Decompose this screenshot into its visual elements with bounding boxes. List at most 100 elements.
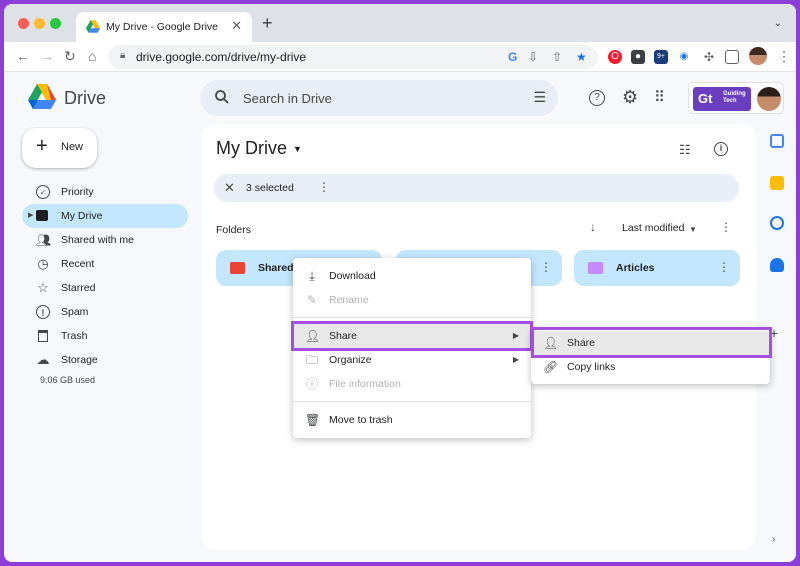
selection-bar: ✕ 3 selected ⋮ <box>214 174 739 202</box>
settings-gear-icon[interactable]: ⚙ <box>622 87 638 108</box>
page-title[interactable]: My Drive <box>216 138 287 159</box>
search-input[interactable]: Search in Drive <box>243 91 332 106</box>
sort-more-icon[interactable]: ⋮ <box>720 220 732 234</box>
folder-name: Shared <box>258 262 294 274</box>
menu-item-label: Organize <box>329 354 372 366</box>
calendar-icon[interactable] <box>770 134 784 148</box>
storage-used-text: 9.06 GB used <box>40 375 96 385</box>
menu-item-label: Rename <box>329 294 369 306</box>
drive-favicon-icon <box>86 20 100 33</box>
folder-name: Articles <box>616 262 655 274</box>
home-icon[interactable]: ⌂ <box>88 48 96 64</box>
menu-item-file-information[interactable]: ⓘ File information <box>293 372 531 396</box>
google-lens-icon[interactable]: G <box>508 50 517 64</box>
forward-icon[interactable]: → <box>40 48 54 64</box>
sidebar-item-recent[interactable]: ◷ Recent <box>22 252 188 276</box>
tab-close-icon[interactable]: ✕ <box>231 18 242 34</box>
drive-brand[interactable]: Drive <box>64 88 106 109</box>
new-tab-button[interactable]: + <box>262 13 273 34</box>
sidebar-item-label: Spam <box>61 306 89 318</box>
folders-heading: Folders <box>216 224 252 236</box>
sidebar-item-label: Starred <box>61 282 96 294</box>
menu-item-organize[interactable]: 🗀︎ Organize ▶ <box>293 348 531 372</box>
menu-item-download[interactable]: ⤓ Download <box>293 264 531 288</box>
contacts-icon[interactable] <box>770 258 784 272</box>
sidebar-item-my-drive[interactable]: ▶ My Drive <box>22 204 188 228</box>
shared-with-me-icon: 👥︎ <box>36 233 52 247</box>
folder-icon <box>230 262 245 274</box>
clear-selection-icon[interactable]: ✕ <box>224 180 235 196</box>
side-panel-icon[interactable] <box>725 50 739 64</box>
menu-item-label: Download <box>329 270 376 282</box>
browser-profile-avatar[interactable] <box>749 47 767 65</box>
menu-item-rename[interactable]: ✎ Rename <box>293 288 531 312</box>
folder-icon <box>588 262 603 274</box>
gt-logo-mark: Gt <box>698 91 713 106</box>
edit-icon: ✎ <box>306 293 318 307</box>
back-icon[interactable]: ← <box>16 48 30 64</box>
sidebar-item-shared-with-me[interactable]: 👥︎ Shared with me <box>22 228 188 252</box>
selection-count: 3 selected <box>246 182 294 194</box>
opera-extension-icon[interactable]: O <box>608 50 622 64</box>
sort-direction-icon[interactable]: ↓ <box>590 220 596 234</box>
sidebar-item-label: Priority <box>61 186 94 198</box>
clock-icon: ◷ <box>37 256 49 271</box>
tasks-icon[interactable] <box>770 216 784 230</box>
share-highlight-outline <box>291 321 533 351</box>
trash-icon: 🗑︎ <box>305 413 321 427</box>
folder-card-articles[interactable]: Articles ⋮ <box>574 250 740 286</box>
sort-caret-icon[interactable]: ▼ <box>689 225 697 234</box>
tab-strip: My Drive - Google Drive ✕ + ⌄ <box>4 4 796 42</box>
submenu-item-copy-links[interactable]: 🔗︎ Copy links <box>531 355 770 379</box>
title-dropdown-icon[interactable]: ▼ <box>293 144 302 154</box>
url-text: drive.google.com/drive/my-drive <box>136 50 307 64</box>
apps-grid-icon[interactable]: ⠿ <box>654 88 665 106</box>
spy-extension-icon[interactable]: ● <box>631 50 645 64</box>
search-options-icon[interactable]: ☰ <box>533 89 546 106</box>
link-icon: 🔗︎ <box>543 360 559 374</box>
sort-dropdown[interactable]: Last modified <box>622 222 684 234</box>
account-avatar[interactable] <box>757 87 781 111</box>
sidebar-item-storage[interactable]: ☁︎ Storage <box>22 348 188 372</box>
bookmark-star-icon[interactable]: ★ <box>576 50 587 64</box>
reload-icon[interactable]: ↻ <box>64 48 76 65</box>
extension-badge-icon[interactable]: 9+ <box>654 50 668 64</box>
search-box[interactable]: Search in Drive ☰ <box>200 80 558 116</box>
sidebar-item-label: Storage <box>61 354 98 366</box>
folder-more-icon[interactable]: ⋮ <box>718 260 730 274</box>
close-window-button[interactable] <box>18 18 29 29</box>
more-actions-icon[interactable]: ⋮ <box>318 180 330 194</box>
minimize-window-button[interactable] <box>34 18 45 29</box>
list-view-icon[interactable]: ☷ <box>679 142 691 158</box>
details-info-icon[interactable]: i <box>714 142 728 156</box>
search-icon[interactable] <box>214 89 230 105</box>
extensions-puzzle-icon[interactable]: ✣ <box>702 50 716 64</box>
sidebar-item-trash[interactable]: Trash <box>22 324 188 348</box>
address-bar[interactable]: 🔒︎ drive.google.com/drive/my-drive G ⇩ ⇧… <box>108 45 598 69</box>
new-button[interactable]: + New <box>22 128 97 168</box>
submenu-share-highlight-outline <box>531 327 772 358</box>
browser-tab[interactable]: My Drive - Google Drive ✕ <box>76 12 252 42</box>
install-app-icon[interactable]: ⇩ <box>528 50 538 64</box>
eye-extension-icon[interactable]: ◉ <box>677 50 691 64</box>
keep-icon[interactable] <box>770 176 784 190</box>
maximize-window-button[interactable] <box>50 18 61 29</box>
cloud-icon: ☁︎ <box>36 352 50 367</box>
menu-item-move-to-trash[interactable]: 🗑︎ Move to trash <box>293 408 531 432</box>
help-icon[interactable]: ? <box>589 90 605 106</box>
folder-more-icon[interactable]: ⋮ <box>540 260 552 274</box>
tab-search-icon[interactable]: ⌄ <box>774 18 782 29</box>
sidebar-item-label: Trash <box>61 330 88 342</box>
share-page-icon[interactable]: ⇧ <box>552 50 562 64</box>
my-drive-icon <box>36 210 48 221</box>
sidebar-item-starred[interactable]: ☆ Starred <box>22 276 188 300</box>
browser-menu-icon[interactable]: ⋮ <box>777 48 791 65</box>
account-switcher[interactable]: Gt Guiding Tech <box>688 82 784 114</box>
collapse-panel-icon[interactable]: › <box>772 534 775 545</box>
drive-logo-icon[interactable] <box>28 84 56 109</box>
sidebar-item-priority[interactable]: ✓ Priority <box>22 180 188 204</box>
menu-item-label: Move to trash <box>329 414 393 426</box>
sidebar-item-spam[interactable]: ! Spam <box>22 300 188 324</box>
expand-arrow-icon[interactable]: ▶ <box>28 211 33 219</box>
browser-toolbar: ← → ↻ ⌂ 🔒︎ drive.google.com/drive/my-dri… <box>4 42 796 72</box>
